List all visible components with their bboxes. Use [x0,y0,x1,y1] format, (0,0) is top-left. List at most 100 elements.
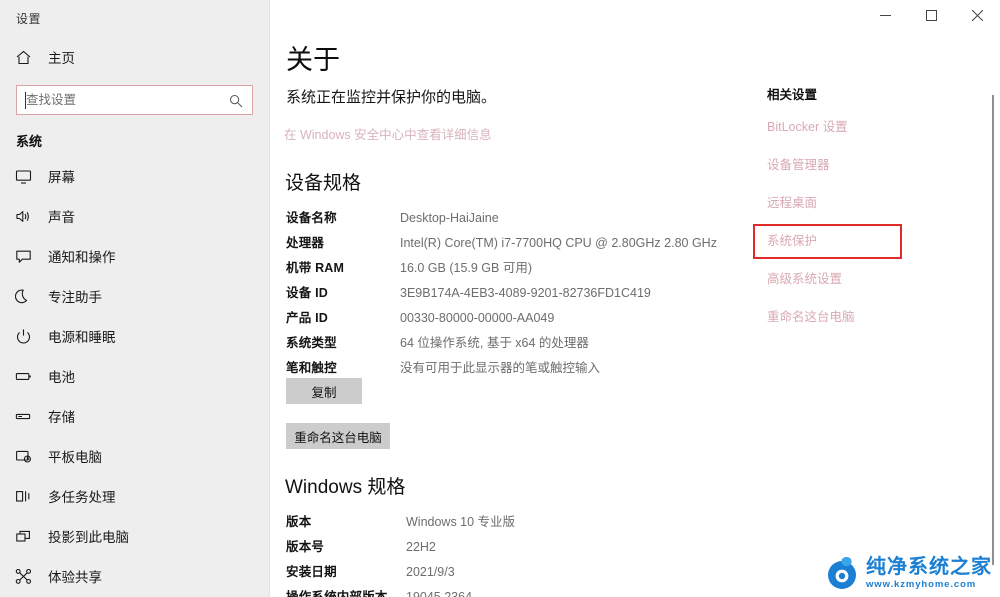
spec-row: 机带 RAM 16.0 GB (15.9 GB 可用) [286,258,717,278]
sidebar-nav-list: 屏幕声音通知和操作专注助手电源和睡眠电池存储平板电脑多任务处理投影到此电脑 体验共… [0,156,269,596]
close-icon [971,9,983,21]
device-spec-table: 设备名称 Desktop-HaiJaine 处理器 Intel(R) Core(TM)… [286,208,717,383]
spec-key: 版本号 [286,540,325,554]
sidebar-item-home-label: 主页 [48,51,75,66]
app-title: 设置 [16,12,42,26]
watermark-url: www.kzmyhome.com [866,578,977,590]
spec-key: 操作系统内部版本 [286,590,388,597]
search-input[interactable] [17,87,217,113]
watermark-name: 纯净系统之家 [866,555,992,578]
spec-value: 64 位操作系统, 基于 x64 的处理器 [400,336,589,350]
sidebar-item-6[interactable]: 电池 [0,356,269,396]
search-container [0,77,269,115]
related-settings-link-4[interactable]: 系统保护 [767,230,957,249]
sidebar-item-label: 声音 [48,210,75,225]
page-title: 关于 [286,45,340,75]
spec-key: 安装日期 [286,565,337,579]
spec-value: 22H2 [406,540,436,554]
spec-key: 设备名称 [286,211,337,225]
main-content: 关于 系统正在监控并保护你的电脑。 在 Windows 安全中心中查看详细信息 … [270,0,1000,597]
related-settings-title: 相关设置 [767,88,818,102]
security-center-link[interactable]: 在 Windows 安全中心中查看详细信息 [284,124,492,143]
related-settings-link-2[interactable]: 设备管理器 [767,154,957,173]
device-spec-heading: 设备规格 [285,173,362,194]
spec-row: 版本号 22H2 [286,537,515,557]
spec-value: Windows 10 专业版 [406,515,516,529]
spec-key: 处理器 [286,236,325,250]
spec-row: 系统类型 64 位操作系统, 基于 x64 的处理器 [286,333,717,353]
copy-button[interactable]: 复制 [286,378,362,404]
sidebar-item-label: 多任务处理 [48,490,116,505]
sidebar-item-4[interactable]: 专注助手 [0,276,269,316]
sidebar-item-label: 专注助手 [48,290,102,305]
sidebar-item-label: 投影到此电脑 [48,530,129,545]
monitor-icon [14,167,32,185]
sidebar-item-label: 通知和操作 [48,250,116,265]
sidebar-item-label: 体验共享 [48,570,102,585]
sidebar-item-11[interactable]: 体验共享 [0,556,269,596]
spec-value: 3E9B174A-4EB3-4089-9201-82736FD1C419 [400,286,651,300]
minimize-icon [879,14,891,16]
project-icon [14,527,32,545]
spec-row: 处理器 Intel(R) Core(TM) i7-7700HQ CPU @ 2.8… [286,233,717,253]
spec-value: 没有可用于此显示器的笔或触控输入 [400,361,601,375]
sidebar-item-3[interactable]: 通知和操作 [0,236,269,276]
related-settings-link-5[interactable]: 高级系统设置 [767,268,957,287]
sidebar-item-label: 屏幕 [48,170,75,185]
moon-icon [14,287,32,305]
sidebar-item-label: 电源和睡眠 [48,330,116,345]
spec-key: 机带 RAM [286,261,345,275]
spec-value: 16.0 GB (15.9 GB 可用) [400,261,532,275]
related-settings-links: BitLocker 设置 设备管理器远程桌面系统保护高级系统设置 重命名这台电脑 [767,116,957,325]
chat-bubble-icon [14,247,32,265]
minimize-button[interactable] [862,0,908,30]
sidebar-item-8[interactable]: 平板电脑 [0,436,269,476]
speaker-icon [14,207,32,225]
sidebar-item-home[interactable]: 主页 [0,37,269,77]
sidebar-item-7[interactable]: 存储 [0,396,269,436]
watermark-logo-icon [828,556,856,589]
close-button[interactable] [954,0,1000,30]
related-settings-link-1[interactable]: BitLocker 设置 [767,116,957,135]
sidebar-item-9[interactable]: 多任务处理 [0,476,269,516]
multitask-icon [14,487,32,505]
spec-key: 设备 ID [286,286,328,300]
spec-key: 产品 ID [286,311,328,325]
sidebar-item-10[interactable]: 投影到此电脑 [0,516,269,556]
spec-value: 2021/9/3 [406,565,455,579]
text-caret [25,92,26,109]
spec-value: 00330-80000-00000-AA049 [400,311,555,325]
sidebar-item-1[interactable]: 屏幕 [0,156,269,196]
windows-spec-heading: Windows 规格 [285,477,406,498]
search-icon[interactable] [226,91,246,111]
spec-value: 19045.2364 [406,590,473,597]
watermark: 纯净系统之家 www.kzmyhome.com [824,555,992,591]
related-settings-link-3[interactable]: 远程桌面 [767,192,957,211]
status-text: 系统正在监控并保护你的电脑。 [286,89,497,106]
sidebar-section-label: 系统 [16,134,43,149]
spec-row: 安装日期 2021/9/3 [286,562,515,582]
related-settings-link-6[interactable]: 重命名这台电脑 [767,306,957,325]
content-scrollbar[interactable] [988,32,998,597]
tablet-icon [14,447,32,465]
scrollbar-thumb[interactable] [992,95,994,565]
spec-row: 产品 ID 00330-80000-00000-AA049 [286,308,717,328]
spec-row: 操作系统内部版本 19045.2364 [286,587,515,597]
storage-icon [14,407,32,425]
spec-value: Intel(R) Core(TM) i7-7700HQ CPU @ 2.80GH… [400,236,717,250]
sidebar-item-5[interactable]: 电源和睡眠 [0,316,269,356]
spec-row: 设备 ID 3E9B174A-4EB3-4089-9201-82736FD1C41… [286,283,717,303]
spec-key: 笔和触控 [286,361,337,375]
spec-row: 版本 Windows 10 专业版 [286,512,515,532]
search-box[interactable] [16,85,253,115]
settings-window: 设置 主页 系统 屏 [0,0,1000,597]
sidebar-item-label: 平板电脑 [48,450,102,465]
battery-icon [14,367,32,385]
rename-pc-button[interactable]: 重命名这台电脑 [286,423,390,449]
sidebar-item-label: 存储 [48,410,75,425]
spec-value: Desktop-HaiJaine [400,211,499,225]
maximize-button[interactable] [908,0,954,30]
power-icon [14,327,32,345]
sidebar-item-2[interactable]: 声音 [0,196,269,236]
sidebar-item-label: 电池 [48,370,75,385]
